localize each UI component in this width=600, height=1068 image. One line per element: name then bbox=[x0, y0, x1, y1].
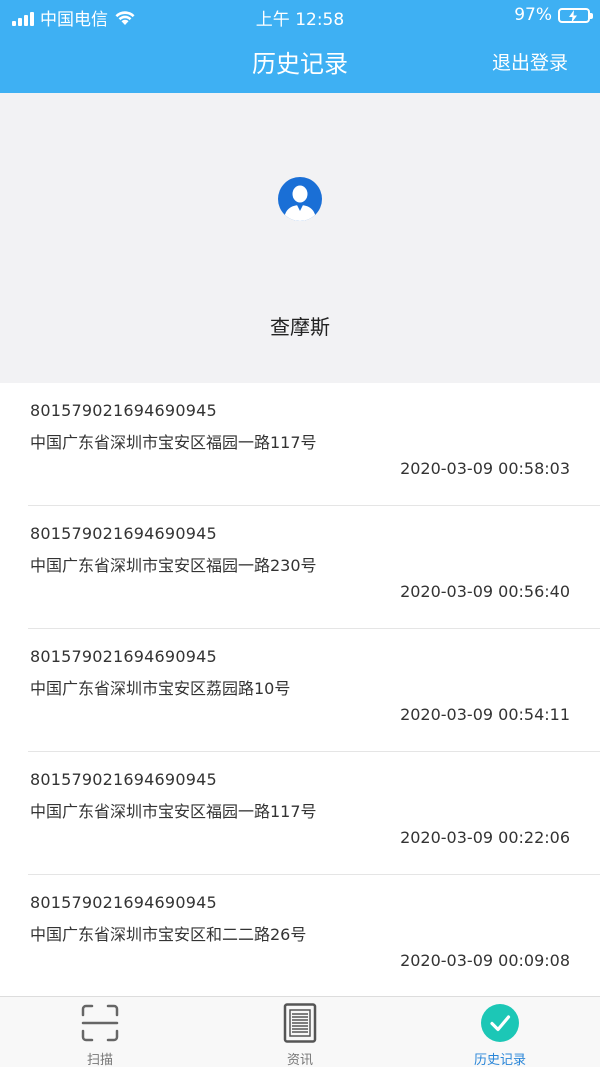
logout-button[interactable]: 退出登录 bbox=[492, 48, 568, 75]
scan-icon bbox=[81, 1004, 119, 1042]
record-time: 2020-03-09 00:22:06 bbox=[400, 828, 570, 847]
record-address: 中国广东省深圳市宝安区福园一路117号 bbox=[30, 433, 317, 452]
checkmark-circle-icon bbox=[481, 1004, 519, 1042]
list-item[interactable]: 801579021694690945 中国广东省深圳市宝安区荔园路10号 202… bbox=[28, 629, 600, 752]
status-time: 上午 12:58 bbox=[255, 10, 345, 30]
battery-percent: 97% bbox=[514, 5, 552, 25]
history-list: 801579021694690945 中国广东省深圳市宝安区福园一路117号 2… bbox=[0, 383, 600, 998]
record-address: 中国广东省深圳市宝安区荔园路10号 bbox=[30, 679, 291, 698]
record-code: 801579021694690945 bbox=[30, 524, 217, 543]
header: 中国电信 上午 12:58 97% 历史记录 退出登录 bbox=[0, 0, 600, 93]
tab-label: 历史记录 bbox=[473, 1053, 526, 1068]
list-item[interactable]: 801579021694690945 中国广东省深圳市宝安区福园一路230号 2… bbox=[28, 506, 600, 629]
list-item[interactable]: 801579021694690945 中国广东省深圳市宝安区福园一路117号 2… bbox=[28, 383, 600, 506]
record-address: 中国广东省深圳市宝安区和二二路26号 bbox=[30, 925, 307, 944]
tab-history[interactable]: 历史记录 bbox=[400, 997, 600, 1068]
user-avatar-icon[interactable] bbox=[278, 177, 322, 221]
record-code: 801579021694690945 bbox=[30, 401, 217, 420]
navigation-bar: 历史记录 退出登录 bbox=[0, 32, 600, 93]
record-time: 2020-03-09 00:56:40 bbox=[400, 582, 570, 601]
record-time: 2020-03-09 00:58:03 bbox=[400, 459, 570, 478]
record-address: 中国广东省深圳市宝安区福园一路230号 bbox=[30, 556, 317, 575]
list-item[interactable]: 801579021694690945 中国广东省深圳市宝安区福园一路117号 2… bbox=[28, 752, 600, 875]
tab-label: 资讯 bbox=[286, 1053, 313, 1068]
record-code: 801579021694690945 bbox=[30, 893, 217, 912]
status-bar: 中国电信 上午 12:58 97% bbox=[0, 0, 600, 32]
record-time: 2020-03-09 00:09:08 bbox=[400, 951, 570, 970]
profile-section: 查摩斯 bbox=[0, 93, 600, 383]
document-icon bbox=[283, 1003, 317, 1043]
tab-news[interactable]: 资讯 bbox=[200, 997, 400, 1068]
record-code: 801579021694690945 bbox=[30, 647, 217, 666]
tab-label: 扫描 bbox=[86, 1053, 113, 1068]
tab-scan[interactable]: 扫描 bbox=[0, 997, 200, 1068]
record-address: 中国广东省深圳市宝安区福园一路117号 bbox=[30, 802, 317, 821]
record-code: 801579021694690945 bbox=[30, 770, 217, 789]
list-item[interactable]: 801579021694690945 中国广东省深圳市宝安区和二二路26号 20… bbox=[28, 875, 600, 998]
record-time: 2020-03-09 00:54:11 bbox=[400, 705, 570, 724]
tab-bar: 扫描 资讯 历史记录 bbox=[0, 996, 600, 1068]
user-name: 查摩斯 bbox=[270, 315, 330, 339]
battery-charging-icon bbox=[558, 7, 593, 23]
